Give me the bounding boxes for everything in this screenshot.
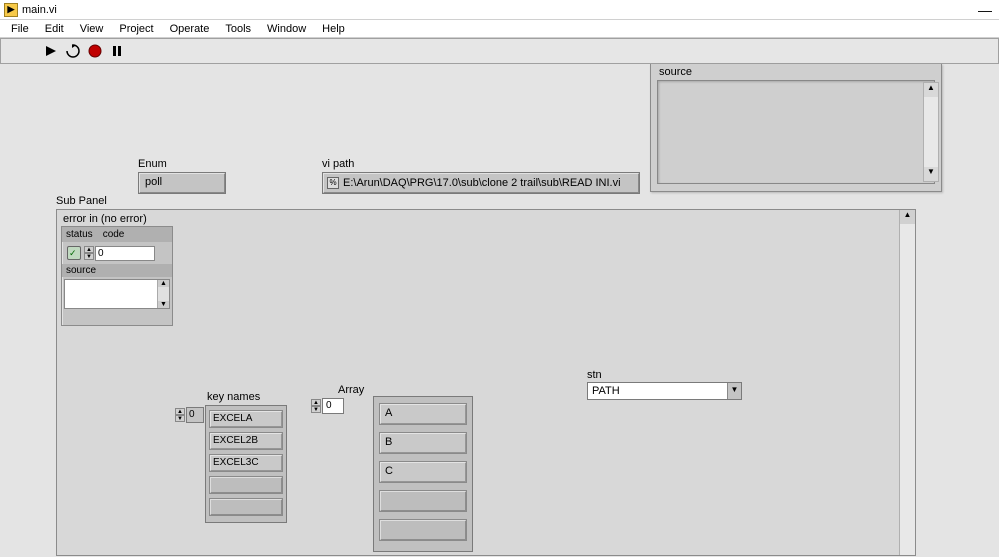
source-panel: source ▲ ▼ [650,64,942,192]
array-cell[interactable]: C [379,461,467,483]
abort-icon[interactable] [87,43,103,59]
error-status-led[interactable]: ✓ [67,246,81,260]
menu-operate[interactable]: Operate [163,22,217,36]
index-increment-icon[interactable]: ▲ [175,408,185,415]
key-names-array: EXCELA EXCEL2B EXCEL3C [205,405,287,523]
scroll-down-icon[interactable]: ▼ [924,167,938,181]
index-decrement-icon[interactable]: ▼ [175,415,185,422]
menu-project[interactable]: Project [112,22,160,36]
error-source-input[interactable]: ▲▼ [64,279,170,309]
run-continuous-icon[interactable] [65,43,81,59]
vi-path-value: E:\Arun\DAQ\PRG\17.0\sub\clone 2 trail\s… [343,177,621,189]
error-source-scrollbar[interactable]: ▲▼ [157,280,169,308]
error-in-cluster: status code ✓ ▲ ▼ source ▲▼ [61,226,173,326]
error-code-label: code [103,229,125,240]
scroll-up-icon[interactable]: ▲ [924,83,938,97]
key-names-index[interactable]: 0 [186,407,204,423]
stn-label: stn [587,369,602,381]
array-cell[interactable] [379,490,467,512]
menu-window[interactable]: Window [260,22,313,36]
array-control: A B C [373,396,473,552]
toolbar [0,38,999,64]
error-in-label: error in (no error) [63,213,147,225]
enum-control[interactable]: poll [138,172,226,194]
scroll-up-icon[interactable]: ▲ [158,280,169,287]
array-cell[interactable] [379,519,467,541]
array-cell[interactable]: A [379,403,467,425]
vi-path-control[interactable]: % E:\Arun\DAQ\PRG\17.0\sub\clone 2 trail… [322,172,640,194]
titlebar: ▶ main.vi — [0,0,999,20]
menu-edit[interactable]: Edit [38,22,71,36]
array-index-spinner[interactable]: ▲ ▼ 0 [311,398,344,414]
chevron-down-icon[interactable]: ▼ [727,383,741,399]
subpanel-scrollbar[interactable]: ▲ [899,210,915,555]
window-title: main.vi [22,4,975,16]
menu-tools[interactable]: Tools [218,22,258,36]
scroll-up-icon[interactable]: ▲ [900,210,915,224]
index-decrement-icon[interactable]: ▼ [311,406,321,413]
menubar: File Edit View Project Operate Tools Win… [0,20,999,38]
front-panel: source ▲ ▼ Enum poll vi path % E:\Arun\D… [0,64,999,557]
key-names-cell[interactable]: EXCELA [209,410,283,428]
key-names-cell[interactable]: EXCEL3C [209,454,283,472]
run-icon[interactable] [43,43,59,59]
array-index[interactable]: 0 [322,398,344,414]
path-icon: % [327,177,339,189]
minimize-button[interactable]: — [975,2,995,18]
menu-view[interactable]: View [73,22,111,36]
menu-help[interactable]: Help [315,22,352,36]
array-cell[interactable]: B [379,432,467,454]
subpanel-label: Sub Panel [56,195,107,207]
key-names-index-spinner[interactable]: ▲ ▼ 0 [175,407,204,423]
index-increment-icon[interactable]: ▲ [311,399,321,406]
vi-path-label: vi path [322,158,354,170]
array-label: Array [338,384,364,396]
key-names-cell[interactable]: EXCEL2B [209,432,283,450]
error-code-input[interactable] [95,246,155,261]
pause-icon[interactable] [109,43,125,59]
code-increment-icon[interactable]: ▲ [84,246,94,253]
key-names-cell[interactable] [209,476,283,494]
enum-label: Enum [138,158,167,170]
stn-value: PATH [588,383,727,399]
scroll-down-icon[interactable]: ▼ [158,301,169,308]
source-scrollbar[interactable]: ▲ ▼ [923,82,939,182]
error-status-label: status [66,229,93,240]
key-names-label: key names [207,391,260,403]
stn-control[interactable]: PATH ▼ [587,382,742,400]
key-names-cell[interactable] [209,498,283,516]
checkmark-icon: ✓ [68,248,77,258]
source-label: source [659,66,692,78]
code-decrement-icon[interactable]: ▼ [84,253,94,260]
app-icon: ▶ [4,3,18,17]
subpanel: ▲ error in (no error) status code ✓ ▲ ▼ [56,209,916,556]
error-source-label: source [62,264,172,277]
source-textarea[interactable] [657,80,935,184]
menu-file[interactable]: File [4,22,36,36]
